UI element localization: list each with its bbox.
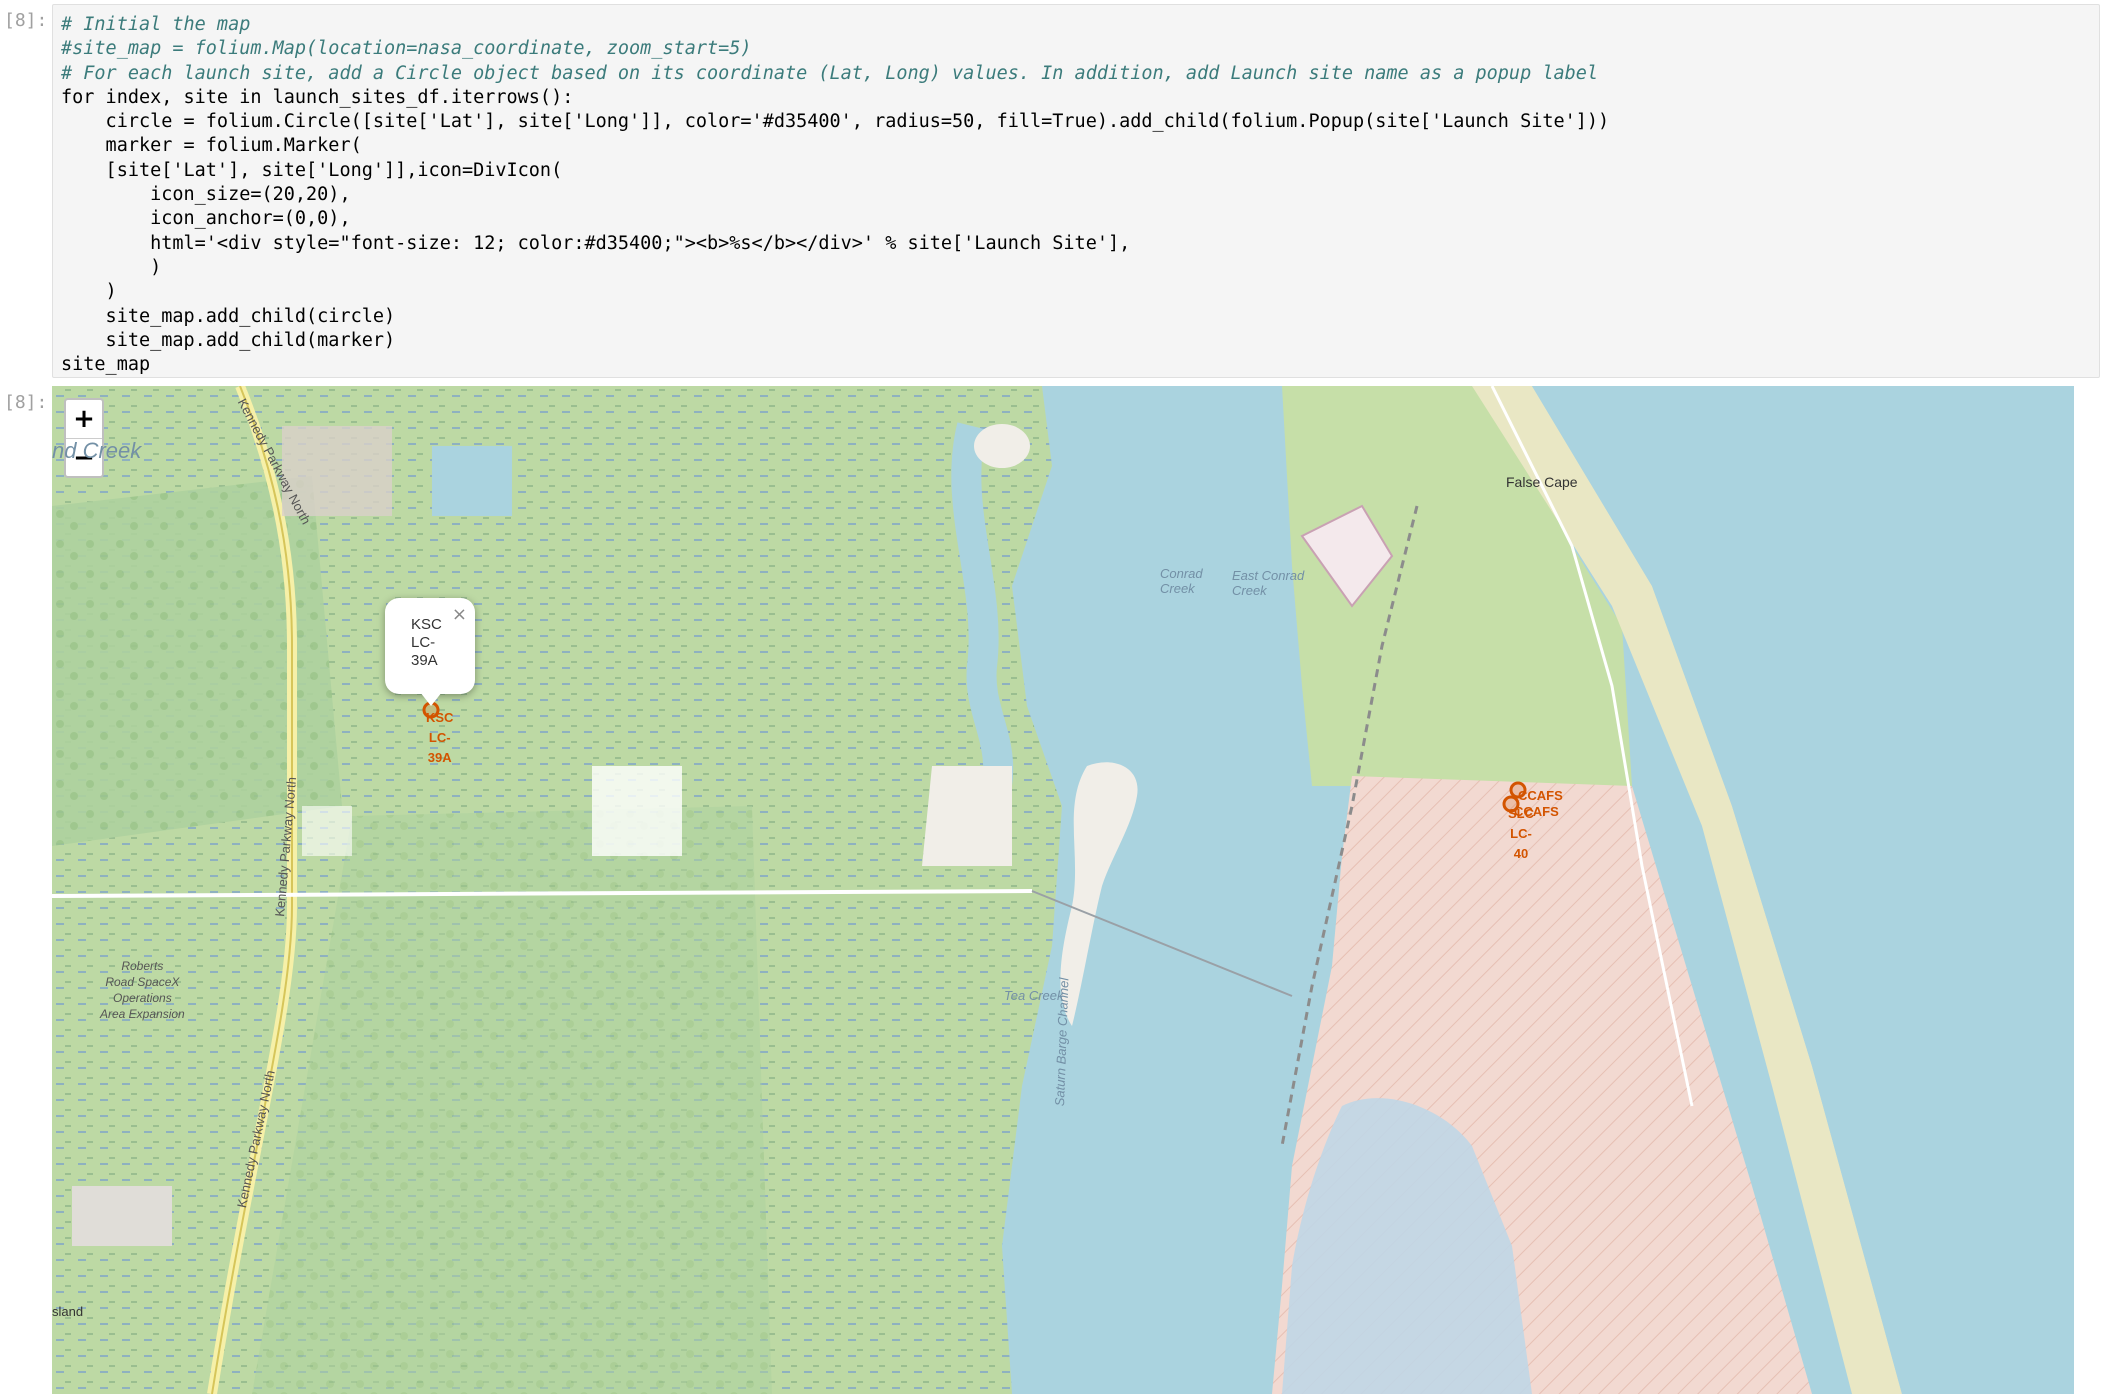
code-line-7: [site['Lat'], site['Long']],icon=DivIcon… bbox=[61, 159, 563, 181]
code-line-12: ) bbox=[61, 281, 117, 303]
roberts-road-label: Roberts Road SpaceX Operations Area Expa… bbox=[100, 959, 185, 1021]
folium-map[interactable]: + − nd Creek False Cape Conrad Creek Eas… bbox=[52, 386, 2074, 1394]
output-prompt: [8]: bbox=[4, 392, 48, 413]
conrad-creek-label: Conrad Creek bbox=[1160, 566, 1203, 596]
code-line-2: #site_map = folium.Map(location=nasa_coo… bbox=[61, 38, 752, 60]
east-conrad-creek-label: East Conrad Creek bbox=[1232, 568, 1305, 598]
code-line-9: icon_anchor=(0,0), bbox=[61, 208, 351, 230]
code-editor[interactable]: # Initial the map #site_map = folium.Map… bbox=[53, 5, 2099, 377]
popup-close-icon[interactable]: × bbox=[452, 604, 467, 625]
code-line-1: # Initial the map bbox=[61, 14, 251, 35]
code-line-10: html='<div style="font-size: 12; color:#… bbox=[61, 232, 1131, 254]
map-tiles bbox=[52, 386, 2074, 1394]
code-line-11: ) bbox=[61, 256, 162, 278]
code-line-15: site_map bbox=[61, 354, 151, 376]
code-cell[interactable]: # Initial the map #site_map = folium.Map… bbox=[52, 4, 2100, 378]
creek-label: nd Creek bbox=[52, 438, 142, 463]
code-line-13: site_map.add_child(circle) bbox=[61, 305, 396, 327]
site-label-slc-40: SLC LC- 40 bbox=[1508, 806, 1534, 861]
code-line-3: # For each launch site, add a Circle obj… bbox=[61, 62, 1599, 84]
zoom-in-button[interactable]: + bbox=[66, 400, 102, 439]
site-popup: KSC LC- 39A × bbox=[385, 598, 475, 706]
popup-text: KSC LC- 39A bbox=[411, 616, 442, 669]
site-label-ksc: KSC LC- 39A bbox=[426, 710, 454, 765]
code-line-14: site_map.add_child(marker) bbox=[61, 329, 396, 351]
code-line-4: for index, site in launch_sites_df.iterr… bbox=[61, 86, 574, 108]
code-line-6: marker = folium.Marker( bbox=[61, 135, 362, 157]
code-line-8: icon_size=(20,20), bbox=[61, 184, 351, 206]
code-line-5: circle = folium.Circle([site['Lat'], sit… bbox=[61, 111, 1610, 133]
false-cape-label: False Cape bbox=[1506, 474, 1578, 490]
tea-creek-label: Tea Creek bbox=[1004, 988, 1064, 1003]
popup-tip bbox=[420, 692, 442, 706]
island-label: sland bbox=[52, 1304, 84, 1319]
input-prompt: [8]: bbox=[4, 10, 48, 31]
